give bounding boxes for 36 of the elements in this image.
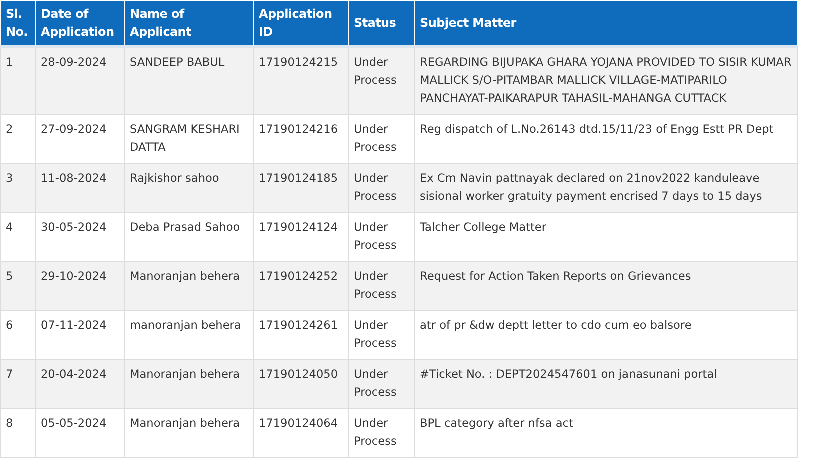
table-cell: Ex Cm Navin pattnayak declared on 21nov2022 kanduleave sisional worker gratuity payment encrised 7 days to 15 days	[414, 164, 798, 212]
table-cell: Rajkishor sahoo	[124, 164, 254, 212]
table-cell: 7	[0, 360, 36, 408]
table-cell: #Ticket No. : DEPT2024547601 on janasunani portal	[414, 360, 798, 408]
table-cell: BPL category after nfsa act	[414, 408, 798, 458]
column-header: Sl. No.	[0, 0, 36, 46]
table-cell: 17190124252	[254, 262, 348, 310]
table-cell: 11-08-2024	[36, 164, 124, 212]
table-cell: 20-04-2024	[36, 360, 124, 408]
table-cell: 17190124064	[254, 408, 348, 458]
table-cell: 28-09-2024	[36, 46, 124, 114]
table-cell: SANDEEP BABUL	[124, 46, 254, 114]
column-header: Application ID	[254, 0, 348, 46]
table-cell: REGARDING BIJUPAKA GHARA YOJANA PROVIDED TO SISIR KUMAR MALLICK S/O-PITAMBAR MALLICK VILLAGE-MATIPARILO PANCHAYAT-PAIKARAPUR TAHASIL-MAHANGA CUTTACK	[414, 46, 798, 114]
table-cell: Request for Action Taken Reports on Grievances	[414, 262, 798, 310]
table-cell: Manoranjan behera	[124, 262, 254, 310]
table-cell: 17190124050	[254, 360, 348, 408]
table-cell: 1	[0, 46, 36, 114]
table-cell: 3	[0, 164, 36, 212]
column-header: Name of Applicant	[124, 0, 254, 46]
column-header: Subject Matter	[414, 0, 798, 46]
table-cell: 05-05-2024	[36, 408, 124, 458]
table-cell: 5	[0, 262, 36, 310]
table-cell: 8	[0, 408, 36, 458]
column-header: Status	[348, 0, 414, 46]
table-cell: Under Process	[348, 408, 414, 458]
column-header: Date of Application	[36, 0, 124, 46]
table-cell: Under Process	[348, 360, 414, 408]
table-cell: Manoranjan behera	[124, 408, 254, 458]
table-cell: Under Process	[348, 164, 414, 212]
table-cell: 29-10-2024	[36, 262, 124, 310]
table-cell: 17190124215	[254, 46, 348, 114]
table-cell: Under Process	[348, 262, 414, 310]
table-cell: Manoranjan behera	[124, 360, 254, 408]
table-cell: 17190124185	[254, 164, 348, 212]
table-cell: Under Process	[348, 46, 414, 114]
